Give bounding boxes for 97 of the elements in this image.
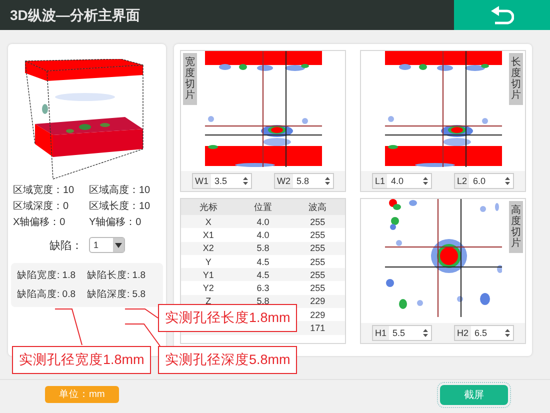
table-cell: Z [206,296,212,306]
intensity-spot [100,123,110,127]
table-cell: Y1 [202,270,214,280]
defect-select[interactable]: 1 [88,237,124,253]
annotation-callout: 实测孔径宽度1.8mm [12,346,152,374]
spinner-icon[interactable] [423,177,428,185]
intensity-spot [66,129,74,133]
intensity-spot [398,64,410,70]
table-cell: 4.0 [256,216,270,227]
intensity-spot [388,145,398,149]
intensity-spot [54,93,114,101]
intensity-spot [418,64,426,70]
table-cell: 171 [310,323,326,334]
intensity-spot [256,65,272,71]
back-button[interactable] [454,0,550,30]
leader-line [124,324,160,346]
intensity-spot [482,118,488,124]
table-cell: Y2 [202,283,214,294]
unit-badge: 单位：mm [45,386,119,403]
region-info-text: 区域高度：10 [89,184,152,197]
table-cell: 5.8 [256,296,270,306]
table-cell: 255 [310,256,326,267]
spinner-icon[interactable] [505,177,510,185]
intensity-spot [238,64,246,70]
region-info-text: Y轴偏移：0 [89,216,142,229]
column-header: 光标 [181,199,236,215]
table-cell: 255 [310,230,326,240]
table-cell: X [205,216,212,227]
return-arrow-icon [490,5,514,25]
intensity-spot [416,300,422,306]
defect-label: 缺陷： [50,238,82,252]
leader-line [124,308,158,318]
region-info-text: 区域长度：10 [89,200,152,213]
slice-tab[interactable]: 高度切片 [509,201,523,253]
table-cell: 4.0 [256,230,270,240]
spin-field[interactable]: W1 3.5 [192,173,252,189]
table-cell: 5.8 [256,243,270,254]
defect-info-text: 缺陷宽度: 1.8 [17,269,76,282]
region-info-text: 区域深度：0 [13,200,70,213]
table-cell: 6.3 [256,283,270,294]
table-cell: 255 [310,216,326,227]
spin-field[interactable]: H2 6.5 [454,325,514,341]
table-cell: 255 [310,243,326,254]
column-header: 波高 [290,199,345,215]
intensity-spot [388,116,394,122]
column-header: 位置 [236,199,290,215]
caret-icon [114,242,122,248]
intensity-spot [396,240,402,246]
intensity-spot [414,163,454,167]
intensity-spot [494,203,498,211]
cursor-line[interactable] [285,51,286,167]
cursor-line[interactable] [442,51,443,167]
slice-tab[interactable]: 宽度切片 [183,53,197,105]
intensity-spot [234,163,274,167]
table-cell: 4.5 [256,270,270,280]
table-cell: X1 [202,230,214,240]
intensity-spot [436,65,452,71]
intensity-spot [456,296,462,302]
spin-field[interactable]: L1 4.0 [372,173,432,189]
cursor-line[interactable] [465,51,466,167]
intensity-spot [480,206,486,212]
defect-info-text: 缺陷深度: 5.8 [87,288,146,301]
defect-info-text: 缺陷长度: 1.8 [87,269,146,282]
intensity-spot [42,104,48,114]
intensity-spot [218,64,230,70]
table-cell: 229 [310,310,326,320]
spinner-icon[interactable] [423,329,428,337]
intensity-spot [208,145,218,149]
defect-info-text: 缺陷高度: 0.8 [17,288,76,301]
annotation-callout: 实测孔径长度1.8mm [158,304,298,332]
intensity-spot [208,116,214,122]
window-title: 3D纵波—分析主界面 [9,6,141,25]
leader-line [54,308,82,346]
intensity-spot [78,124,90,130]
slice-tab[interactable]: 长度切片 [509,53,523,105]
spin-field[interactable]: W2 5.8 [274,173,334,189]
intensity-spot [480,293,490,305]
spin-field[interactable]: L2 6.0 [454,173,514,189]
table-cell: 255 [310,270,326,280]
table-cell: X2 [202,243,214,254]
spinner-icon[interactable] [325,177,330,185]
spin-field[interactable]: H1 5.5 [372,325,432,341]
intensity-spot [496,265,502,273]
table-cell: Y [205,256,212,267]
region-info-text: 区域宽度：10 [13,184,76,197]
spinner-icon[interactable] [243,177,248,185]
table-cell: 255 [310,283,326,294]
cursor-line[interactable] [437,199,438,317]
table-cell: 229 [310,296,326,306]
intensity-spot [386,279,394,287]
intensity-spot [302,118,308,124]
annotation-callout: 实测孔径深度5.8mm [158,346,298,374]
cursor-line[interactable] [262,51,263,167]
table-cell: 4.5 [256,256,270,267]
cursor-line[interactable] [460,199,461,317]
spinner-icon[interactable] [505,329,510,337]
region-info-text: X轴偏移：0 [13,216,66,229]
